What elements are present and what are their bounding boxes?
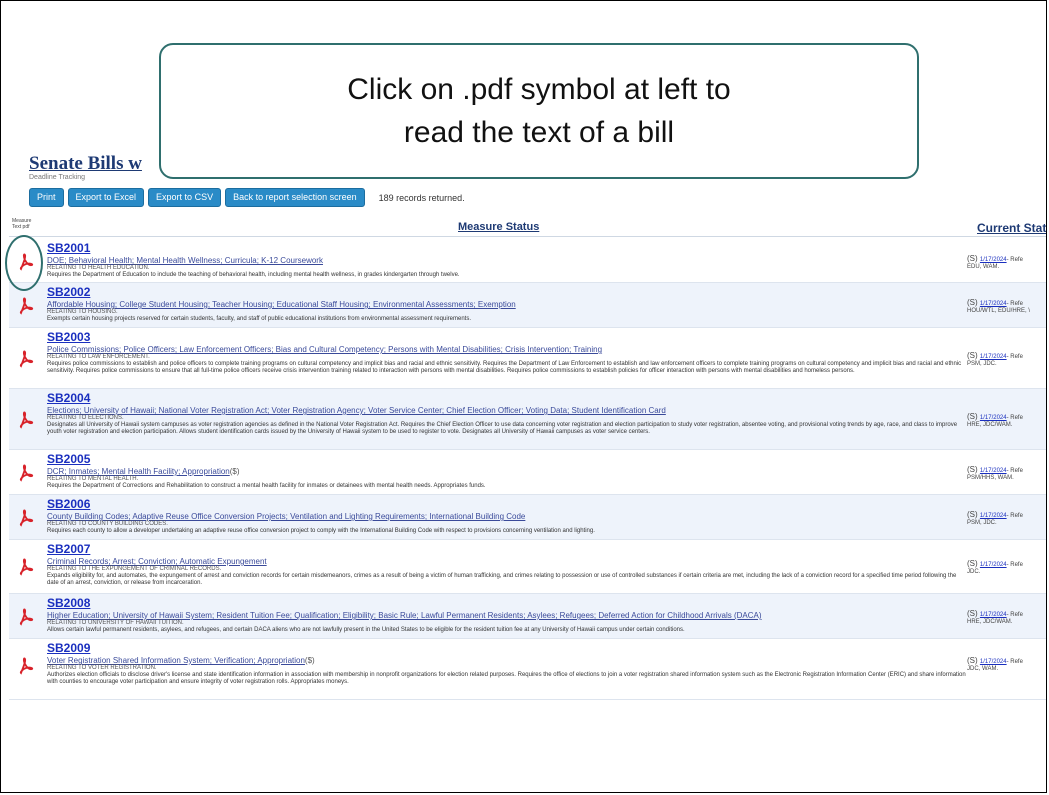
appropriation-marker: ($)	[304, 656, 315, 665]
relating-to: RELATING TO MENTAL HEALTH.	[47, 476, 139, 482]
table-row: SB2001 DOE; Behavioral Health; Mental He…	[9, 239, 1046, 283]
relating-to: RELATING TO ELECTIONS.	[47, 415, 124, 421]
status-date-link[interactable]: 1/17/2024	[980, 562, 1007, 568]
bill-description: Requires police commissions to establish…	[47, 361, 962, 374]
current-status: (S) 1/17/2024- Refe HRE, JDC/WAM.	[967, 609, 1023, 626]
measure-title-link[interactable]: Voter Registration Shared Information Sy…	[47, 656, 305, 665]
pdf-icon[interactable]	[18, 509, 34, 532]
pdf-icon[interactable]	[18, 464, 34, 487]
measure-title-link[interactable]: DCR; Inmates; Mental Health Facility; Ap…	[47, 467, 230, 476]
export-excel-button[interactable]: Export to Excel	[67, 188, 145, 207]
pdf-icon[interactable]	[18, 350, 34, 373]
relating-to: RELATING TO COUNTY BUILDING CODES.	[47, 521, 168, 527]
current-status: (S) 1/17/2024- Refe JDC.	[967, 559, 1023, 576]
bill-description: Requires the Department of Education to …	[47, 272, 460, 278]
table-row: SB2008 Higher Education; University of H…	[9, 594, 1046, 639]
table-row: SB2005 DCR; Inmates; Mental Health Facil…	[9, 450, 1046, 495]
table-row: SB2007 Criminal Records; Arrest; Convict…	[9, 540, 1046, 594]
pdf-icon[interactable]	[18, 558, 34, 581]
column-header-current-status[interactable]: Current Statu	[977, 221, 1046, 235]
page-subtitle: Deadline Tracking	[29, 174, 86, 181]
status-date-link[interactable]: 1/17/2024	[980, 257, 1007, 263]
relating-to: RELATING TO HEALTH EDUCATION.	[47, 265, 150, 271]
current-status: (S) 1/17/2024- Refe HOU/WTL, EDU/HRE, \	[967, 298, 1031, 315]
slide-frame: Senate Bills w Deadline Tracking Print E…	[0, 0, 1047, 793]
status-date-link[interactable]: 1/17/2024	[980, 415, 1007, 421]
bill-description: Allows certain lawful permanent resident…	[47, 627, 685, 633]
status-date-link[interactable]: 1/17/2024	[980, 468, 1007, 474]
table-row: SB2009 Voter Registration Shared Informa…	[9, 639, 1046, 700]
bill-number-link[interactable]: SB2002	[47, 285, 90, 299]
measure-title-link[interactable]: Police Commissions; Police Officers; Law…	[47, 345, 967, 354]
appropriation-marker: ($)	[229, 467, 240, 476]
measure-title-link[interactable]: Criminal Records; Arrest; Conviction; Au…	[47, 557, 967, 566]
bill-description: Authorizes election officials to disclos…	[47, 672, 966, 685]
bill-number-link[interactable]: SB2001	[47, 241, 90, 255]
bill-number-link[interactable]: SB2006	[47, 497, 90, 511]
status-date-link[interactable]: 1/17/2024	[980, 513, 1007, 519]
current-status: (S) 1/17/2024- Refe HRE, JDC/WAM.	[967, 412, 1023, 429]
table-row: SB2003 Police Commissions; Police Office…	[9, 328, 1046, 389]
current-status: (S) 1/17/2024- Refe PSM, JDC.	[967, 351, 1023, 368]
pdf-icon[interactable]	[18, 297, 34, 320]
bill-description: Expands eligibility for, and automates, …	[47, 573, 957, 586]
pdf-icon[interactable]	[18, 411, 34, 434]
page-title[interactable]: Senate Bills w	[29, 153, 142, 175]
circle-highlight	[5, 235, 43, 291]
relating-to: RELATING TO LAW ENFORCEMENT.	[47, 354, 150, 360]
bill-number-link[interactable]: SB2003	[47, 330, 90, 344]
bill-description: Designates all University of Hawaii syst…	[47, 422, 958, 435]
bill-description: Exempts certain housing projects reserve…	[47, 316, 471, 322]
bill-number-link[interactable]: SB2005	[47, 452, 90, 466]
header-divider	[9, 236, 1046, 237]
status-date-link[interactable]: 1/17/2024	[980, 354, 1007, 360]
bill-description: Requires each county to allow a develope…	[47, 528, 595, 534]
table-row: SB2006 County Building Codes; Adaptive R…	[9, 495, 1046, 540]
current-status: (S) 1/17/2024- Refe EDU, WAM.	[967, 254, 1023, 271]
print-button[interactable]: Print	[29, 188, 64, 207]
current-status: (S) 1/17/2024- Refe PSM/HHS, WAM.	[967, 465, 1023, 482]
relating-to: RELATING TO UNIVERSITY OF HAWAII TUITION…	[47, 620, 184, 626]
table-row: SB2004 Elections; University of Hawaii; …	[9, 389, 1046, 450]
export-csv-button[interactable]: Export to CSV	[148, 188, 222, 207]
measure-title-link[interactable]: County Building Codes; Adaptive Reuse Of…	[47, 512, 967, 521]
pdf-icon[interactable]	[18, 657, 34, 680]
measure-title: Voter Registration Shared Information Sy…	[47, 656, 967, 665]
toolbar: Print Export to Excel Export to CSV Back…	[29, 188, 465, 207]
bill-number-link[interactable]: SB2004	[47, 391, 90, 405]
report-panel: Senate Bills w Deadline Tracking Print E…	[9, 133, 1046, 792]
callout-line-1: Click on .pdf symbol at left to	[347, 73, 731, 106]
callout-line-2: read the text of a bill	[403, 116, 675, 149]
measure-title-link[interactable]: Affordable Housing; College Student Hous…	[47, 300, 967, 309]
bill-number-link[interactable]: SB2009	[47, 641, 90, 655]
pdf-icon[interactable]	[18, 608, 34, 631]
relating-to: RELATING TO HOUSING.	[47, 309, 118, 315]
bill-number-link[interactable]: SB2008	[47, 596, 90, 610]
column-header-pdf: Measure Text pdf	[12, 218, 32, 230]
relating-to: RELATING TO THE EXPUNGEMENT OF CRIMINAL …	[47, 566, 222, 572]
measure-title: DCR; Inmates; Mental Health Facility; Ap…	[47, 467, 967, 476]
bill-list: SB2001 DOE; Behavioral Health; Mental He…	[9, 239, 1046, 700]
relating-to: RELATING TO VOTER REGISTRATION.	[47, 665, 157, 671]
status-date-link[interactable]: 1/17/2024	[980, 301, 1007, 307]
column-header-measure-status[interactable]: Measure Status	[458, 221, 539, 233]
current-status: (S) 1/17/2024- Refe PSM, JDC.	[967, 510, 1023, 527]
bill-number-link[interactable]: SB2007	[47, 542, 90, 556]
status-date-link[interactable]: 1/17/2024	[980, 612, 1007, 618]
back-to-report-selection-button[interactable]: Back to report selection screen	[225, 188, 365, 207]
measure-title-link[interactable]: DOE; Behavioral Health; Mental Health We…	[47, 256, 967, 265]
current-status: (S) 1/17/2024- Refe JDC, WAM.	[967, 656, 1023, 673]
instruction-callout: Click on .pdf symbol at left to read the…	[159, 43, 919, 179]
bill-description: Requires the Department of Corrections a…	[47, 483, 486, 489]
status-date-link[interactable]: 1/17/2024	[980, 659, 1007, 665]
records-count: 189 records returned.	[378, 192, 465, 203]
measure-title-link[interactable]: Elections; University of Hawaii; Nationa…	[47, 406, 967, 415]
measure-title-link[interactable]: Higher Education; University of Hawaii S…	[47, 611, 967, 620]
table-row: SB2002 Affordable Housing; College Stude…	[9, 283, 1046, 328]
